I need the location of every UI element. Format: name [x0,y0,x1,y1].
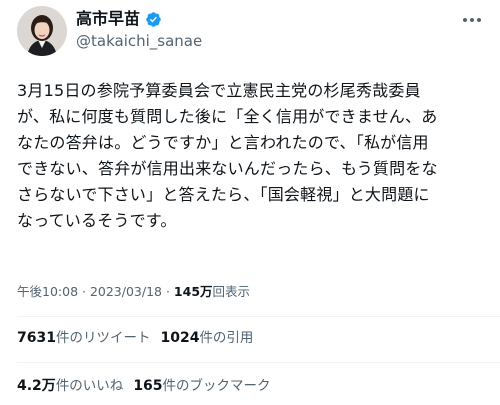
avatar[interactable] [17,6,67,56]
engagement-row-shares: 7631件のリツイート 1024件の引用 [17,328,263,348]
avatar-photo [17,6,67,56]
tweet-header: 高市早苗 @takaichi_sanae [0,0,500,64]
quotes-stat[interactable]: 1024件の引用 [160,328,253,348]
tweet-detail: 高市早苗 @takaichi_sanae 3月15日の参院予算委員会で立憲民主党… [0,0,500,405]
meta-separator: · [78,284,90,299]
engagement-row-likes: 4.2万件のいいね 165件のブックマーク [17,376,281,396]
tweet-date[interactable]: 2023/03/18 [90,284,162,299]
divider [17,316,500,317]
tweet-time[interactable]: 午後10:08 [17,284,78,299]
retweets-stat[interactable]: 7631件のリツイート [17,328,150,348]
likes-stat[interactable]: 4.2万件のいいね [17,376,123,396]
quotes-count: 1024 [160,330,200,346]
bookmarks-label: 件のブックマーク [162,378,271,394]
retweets-label: 件のリツイート [55,330,151,346]
views-count: 145万 [173,284,213,299]
likes-label: 件のいいね [55,378,124,394]
author-name-row[interactable]: 高市早苗 [76,9,162,29]
quotes-label: 件の引用 [199,330,254,346]
more-options-icon[interactable] [458,10,486,30]
meta-separator: · [162,284,174,299]
tweet-meta: 午後10:08 · 2023/03/18 · 145万回表示 [17,283,250,301]
divider [17,362,500,363]
bookmarks-count: 165 [133,378,163,394]
author-handle[interactable]: @takaichi_sanae [76,31,202,51]
views-label: 回表示 [212,284,251,299]
bookmarks-stat[interactable]: 165件のブックマーク [133,376,270,396]
verified-badge-icon [145,11,162,28]
retweets-count: 7631 [17,330,56,346]
author-display-name[interactable]: 高市早苗 [76,9,140,29]
tweet-text: 3月15日の参院予算委員会で立憲民主党の杉尾秀哉委員 が、私に何度も質問した後に… [17,81,438,230]
likes-count: 4.2万 [17,378,56,394]
